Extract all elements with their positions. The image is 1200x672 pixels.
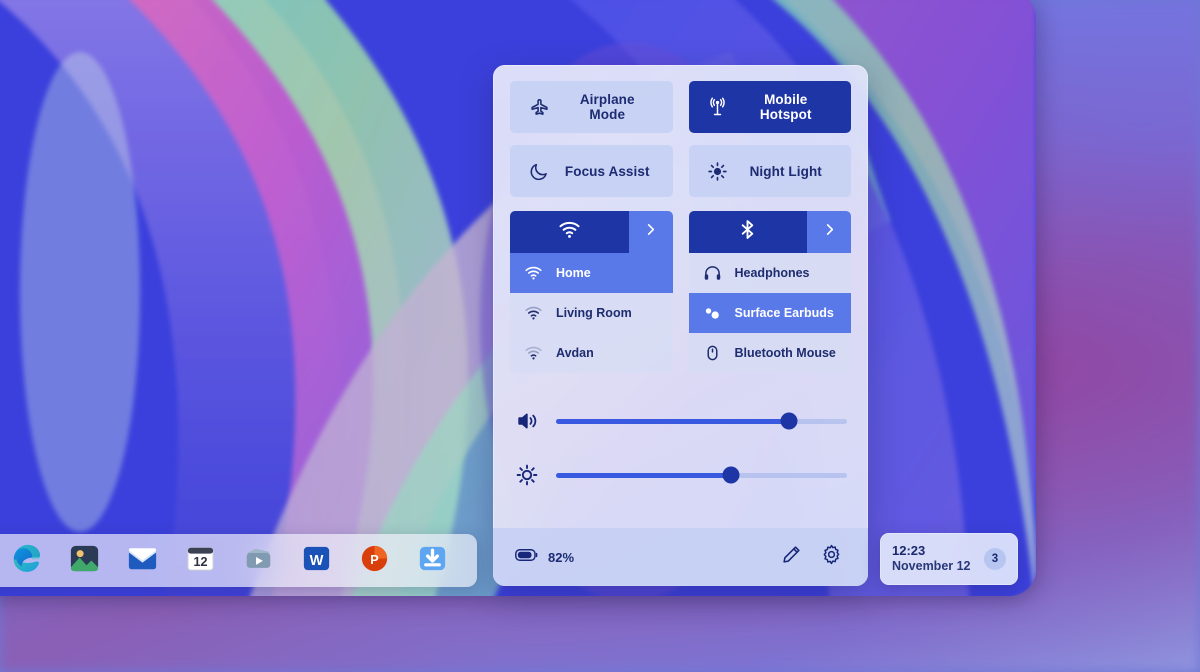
word-letter: W	[309, 552, 323, 568]
clock-widget[interactable]: 12:23 November 12 3	[880, 533, 1018, 585]
mouse-icon	[703, 344, 723, 362]
brightness-icon	[514, 463, 540, 487]
network-cards-row: Home Living Room	[510, 211, 851, 373]
bluetooth-device-label: Bluetooth Mouse	[735, 346, 836, 360]
wifi-full-icon	[524, 264, 544, 282]
tile-label: Airplane Mode	[562, 92, 673, 122]
clock-time: 12:23	[892, 543, 984, 559]
headphones-icon	[703, 264, 723, 282]
wifi-network-label: Avdan	[556, 346, 594, 360]
volume-slider-knob[interactable]	[780, 413, 797, 430]
edge-icon	[9, 541, 44, 581]
wifi-icon	[558, 218, 581, 246]
wifi-network-label: Home	[556, 266, 591, 280]
quick-settings-footer: 82%	[493, 528, 868, 586]
volume-icon	[514, 409, 540, 433]
download-icon	[415, 541, 450, 581]
photos-icon	[67, 541, 102, 581]
brightness-slider-knob[interactable]	[722, 467, 739, 484]
wifi-medium-icon	[524, 304, 544, 322]
bluetooth-expand-button[interactable]	[807, 211, 851, 253]
volume-slider-fill	[556, 419, 789, 424]
earbuds-icon	[703, 304, 723, 322]
volume-slider-row	[514, 399, 847, 443]
taskbar-item-calendar[interactable]: 12	[182, 543, 218, 579]
edit-quick-settings-button[interactable]	[776, 542, 806, 572]
mail-icon	[125, 541, 160, 581]
taskbar-item-edge[interactable]	[8, 543, 44, 579]
taskbar-item-downloads[interactable]	[414, 543, 450, 579]
wifi-weak-icon	[524, 344, 544, 362]
wifi-network-living-room[interactable]: Living Room	[510, 293, 673, 333]
bluetooth-device-surface-earbuds[interactable]: Surface Earbuds	[689, 293, 852, 333]
taskbar-item-mail[interactable]	[124, 543, 160, 579]
tile-night-light[interactable]: Night Light	[689, 145, 852, 197]
tile-mobile-hotspot[interactable]: Mobile Hotspot	[689, 81, 852, 133]
bluetooth-header	[689, 211, 852, 253]
clock-date: November 12	[892, 559, 984, 575]
wifi-card: Home Living Room	[510, 211, 673, 373]
word-icon: W	[299, 541, 334, 581]
taskbar-item-powerpoint[interactable]: P	[356, 543, 392, 579]
powerpoint-icon: P	[357, 541, 392, 581]
wifi-network-home[interactable]: Home	[510, 253, 673, 293]
notification-badge[interactable]: 3	[984, 548, 1006, 570]
moon-icon	[528, 160, 550, 182]
wifi-network-avdan[interactable]: Avdan	[510, 333, 673, 373]
brightness-slider-fill	[556, 473, 731, 478]
calendar-day: 12	[193, 554, 207, 568]
quick-settings-body: Airplane Mode Mobile Hotspot	[493, 65, 868, 528]
bluetooth-toggle-button[interactable]	[689, 211, 808, 253]
brightness-slider-track[interactable]	[556, 473, 847, 478]
bluetooth-device-headphones[interactable]: Headphones	[689, 253, 852, 293]
wifi-expand-button[interactable]	[629, 211, 673, 253]
bluetooth-device-mouse[interactable]: Bluetooth Mouse	[689, 333, 852, 373]
quick-settings-panel: Airplane Mode Mobile Hotspot	[493, 65, 868, 586]
wifi-header	[510, 211, 673, 253]
brightness-slider-row	[514, 453, 847, 497]
battery-percent: 82%	[548, 550, 574, 565]
airplane-icon	[528, 96, 550, 118]
taskbar: 12 W P	[0, 534, 477, 587]
taskbar-item-video-editor[interactable]	[240, 543, 276, 579]
chevron-right-icon	[643, 222, 658, 242]
video-editor-icon	[241, 541, 276, 581]
bluetooth-card: Headphones Surface Earbuds	[689, 211, 852, 373]
wifi-toggle-button[interactable]	[510, 211, 629, 253]
tile-label: Focus Assist	[562, 164, 673, 179]
wifi-network-label: Living Room	[556, 306, 632, 320]
quick-toggle-grid: Airplane Mode Mobile Hotspot	[510, 81, 851, 197]
tile-focus-assist[interactable]: Focus Assist	[510, 145, 673, 197]
bluetooth-device-label: Surface Earbuds	[735, 306, 834, 320]
battery-icon	[515, 548, 539, 567]
volume-slider-track[interactable]	[556, 419, 847, 424]
tile-label: Night Light	[741, 164, 852, 179]
clock-text: 12:23 November 12	[892, 543, 984, 575]
powerpoint-letter: P	[370, 552, 378, 566]
gear-icon	[821, 544, 842, 570]
hotspot-icon	[707, 96, 729, 118]
settings-button[interactable]	[816, 542, 846, 572]
taskbar-item-photos[interactable]	[66, 543, 102, 579]
sliders-section	[510, 373, 851, 497]
calendar-icon: 12	[183, 541, 218, 581]
bluetooth-icon	[736, 218, 759, 246]
pencil-icon	[781, 544, 802, 570]
chevron-right-icon	[822, 222, 837, 242]
battery-status[interactable]: 82%	[515, 548, 574, 567]
sun-icon	[707, 160, 729, 182]
taskbar-item-word[interactable]: W	[298, 543, 334, 579]
tile-airplane-mode[interactable]: Airplane Mode	[510, 81, 673, 133]
bluetooth-device-label: Headphones	[735, 266, 810, 280]
tile-label: Mobile Hotspot	[741, 92, 852, 122]
